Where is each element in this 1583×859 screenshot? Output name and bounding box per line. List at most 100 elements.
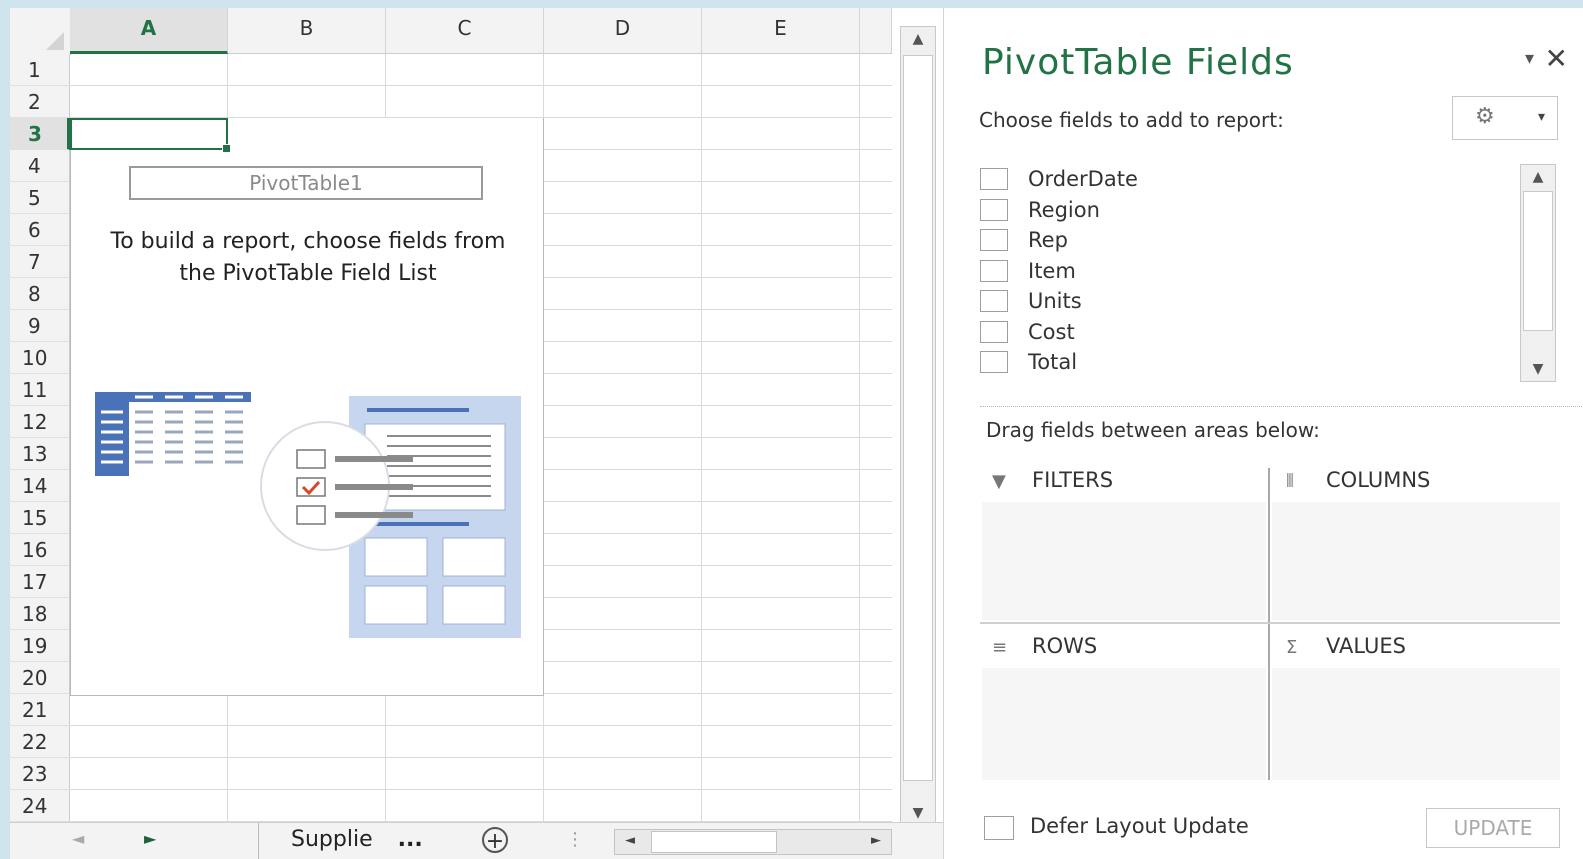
- field-label: OrderDate: [1028, 167, 1138, 191]
- tools-button[interactable]: ⚙ ▾: [1452, 96, 1558, 140]
- field-item-rep[interactable]: Rep: [980, 225, 1510, 255]
- drag-fields-label: Drag fields between areas below:: [986, 418, 1320, 442]
- more-sheets-ellipsis[interactable]: ...: [398, 827, 423, 852]
- rows-drop-zone[interactable]: [982, 668, 1266, 780]
- row-header-17[interactable]: 17: [10, 566, 70, 598]
- tab-prev-icon[interactable]: ◄: [72, 829, 84, 848]
- field-item-cost[interactable]: Cost: [980, 317, 1510, 347]
- row-header-3[interactable]: 3: [10, 118, 70, 150]
- filters-drop-zone[interactable]: [982, 502, 1266, 620]
- row-header-16[interactable]: 16: [10, 534, 70, 566]
- defer-layout-checkbox[interactable]: [984, 816, 1014, 840]
- column-header-d[interactable]: D: [544, 8, 702, 54]
- choose-fields-label: Choose fields to add to report:: [979, 108, 1284, 132]
- scroll-thumb[interactable]: [903, 55, 933, 781]
- pivot-illustration-icon: [95, 392, 521, 638]
- filter-icon: ▼: [992, 471, 1006, 492]
- row-header-18[interactable]: 18: [10, 598, 70, 630]
- column-header-c[interactable]: C: [386, 8, 544, 54]
- field-checkbox[interactable]: [980, 198, 1008, 221]
- scroll-up-icon[interactable]: ▲: [1521, 165, 1555, 189]
- rows-area-header: ≡ ROWS: [992, 634, 1097, 658]
- columns-label: COLUMNS: [1326, 468, 1431, 492]
- column-header-filler: [860, 8, 892, 54]
- field-checkbox[interactable]: [980, 168, 1008, 190]
- rows-icon: ≡: [992, 637, 1008, 658]
- active-cell-a3[interactable]: [70, 118, 231, 153]
- field-checkbox[interactable]: [980, 320, 1008, 343]
- field-checkbox[interactable]: [980, 290, 1008, 312]
- sheet-vertical-scrollbar[interactable]: ▲ ▼: [900, 26, 936, 826]
- row-header-7[interactable]: 7: [10, 246, 70, 278]
- row-header-10[interactable]: 10: [10, 342, 70, 374]
- row-header-9[interactable]: 9: [10, 310, 70, 342]
- columns-icon: ⦀: [1286, 471, 1294, 492]
- tab-split-handle-icon[interactable]: ⋮: [566, 829, 584, 850]
- field-item-units[interactable]: Units: [980, 286, 1510, 316]
- filters-area-header: ▼ FILTERS: [992, 468, 1113, 492]
- sheet-tab-bar: ◄ ► Supplie ... + ⋮ ◄ ►: [10, 822, 943, 859]
- values-area-header: Σ VALUES: [1286, 634, 1406, 658]
- add-sheet-icon[interactable]: +: [482, 827, 508, 854]
- field-checkbox[interactable]: [980, 259, 1008, 282]
- row-header-14[interactable]: 14: [10, 470, 70, 502]
- scroll-right-icon[interactable]: ►: [861, 830, 891, 852]
- scroll-left-icon[interactable]: ◄: [615, 830, 645, 852]
- column-header-e[interactable]: E: [702, 8, 860, 54]
- row-header-24[interactable]: 24: [10, 790, 70, 822]
- scroll-up-icon[interactable]: ▲: [901, 27, 935, 51]
- update-button[interactable]: UPDATE: [1426, 808, 1560, 848]
- row-header-19[interactable]: 19: [10, 630, 70, 662]
- field-item-orderdate[interactable]: OrderDate: [980, 164, 1510, 194]
- scroll-down-icon[interactable]: ▼: [1521, 357, 1555, 381]
- row-header-2[interactable]: 2: [10, 86, 70, 118]
- field-item-region[interactable]: Region: [980, 195, 1510, 225]
- field-label: Region: [1028, 197, 1100, 222]
- field-scroll-thumb[interactable]: [1523, 191, 1553, 331]
- field-item-item[interactable]: Item: [980, 256, 1510, 286]
- rows-label: ROWS: [1032, 634, 1098, 658]
- row-header-22[interactable]: 22: [10, 726, 70, 758]
- row-header-6[interactable]: 6: [10, 214, 70, 246]
- tab-next-icon[interactable]: ►: [144, 829, 156, 848]
- pane-options-dropdown-icon[interactable]: ▾: [1525, 48, 1534, 69]
- sheet-horizontal-scrollbar[interactable]: ◄ ►: [614, 829, 892, 855]
- column-header-a[interactable]: A: [70, 8, 228, 54]
- field-item-total[interactable]: Total: [980, 347, 1510, 377]
- select-all-triangle: [46, 32, 64, 50]
- sheet-tab[interactable]: Supplie ...: [258, 823, 433, 859]
- select-all-corner[interactable]: [10, 8, 71, 55]
- row-header-11[interactable]: 11: [10, 374, 70, 406]
- field-list-scrollbar[interactable]: ▲ ▼: [1520, 164, 1556, 382]
- row-header-21[interactable]: 21: [10, 694, 70, 726]
- pane-title: PivotTable Fields: [982, 42, 1294, 83]
- columns-drop-zone[interactable]: [1272, 502, 1560, 620]
- column-header-b[interactable]: B: [228, 8, 386, 54]
- row-header-13[interactable]: 13: [10, 438, 70, 470]
- row-header-15[interactable]: 15: [10, 502, 70, 534]
- field-checkbox[interactable]: [980, 229, 1008, 251]
- row-header-1[interactable]: 1: [10, 54, 70, 86]
- hscroll-thumb[interactable]: [651, 831, 777, 853]
- field-label: Cost: [1028, 319, 1075, 344]
- pivottable-instructions: To build a report, choose fields from th…: [110, 229, 506, 286]
- row-header-4[interactable]: 4: [10, 150, 70, 182]
- row-header-5[interactable]: 5: [10, 182, 70, 214]
- field-label: Units: [1028, 289, 1082, 313]
- columns-area-header: ⦀ COLUMNS: [1286, 468, 1430, 492]
- field-list: OrderDate Region Rep Item Units Cost Total ▲ ▼: [980, 164, 1558, 386]
- pivottable-placeholder[interactable]: PivotTable1 To build a report, choose fi…: [70, 118, 544, 696]
- filters-label: FILTERS: [1032, 468, 1114, 492]
- row-header-23[interactable]: 23: [10, 758, 70, 790]
- area-horizontal-divider: [980, 622, 1560, 624]
- sheet-tab-label: Supplie: [291, 827, 373, 852]
- worksheet-area: ABCDE 1 2 3 4 5 6 7 8 9 10 11 12 13 14 15 16 17 18 19 20 21 2…: [10, 8, 943, 859]
- row-header-20[interactable]: 20: [10, 662, 70, 694]
- pane-divider: [980, 406, 1583, 407]
- field-checkbox[interactable]: [980, 351, 1008, 373]
- row-header-12[interactable]: 12: [10, 406, 70, 438]
- values-drop-zone[interactable]: [1272, 668, 1560, 780]
- close-icon[interactable]: ✕: [1545, 42, 1568, 75]
- pivottable-name: PivotTable1: [129, 166, 483, 200]
- row-header-8[interactable]: 8: [10, 278, 70, 310]
